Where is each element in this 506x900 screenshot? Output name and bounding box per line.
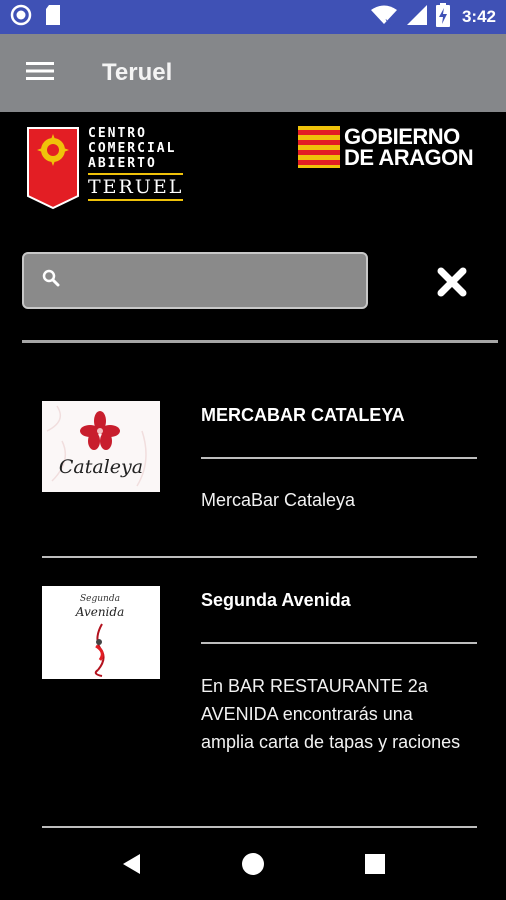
item-separator	[201, 642, 477, 644]
wifi-icon: x	[370, 4, 398, 31]
thumb-avenida-text: Avenida	[75, 605, 124, 619]
list-item[interactable]: Cataleya MERCABAR CATALEYA MercaBar Cata…	[0, 380, 506, 560]
gobierno-line-1: GOBIERNO	[344, 124, 460, 149]
battery-charging-icon	[435, 2, 450, 32]
cca-logo-text: CENTRO COMERCIAL ABIERTO TERUEL	[88, 126, 184, 201]
hamburger-menu-icon	[26, 60, 54, 87]
back-triangle-icon	[120, 852, 142, 881]
home-button[interactable]	[228, 841, 278, 891]
search-box[interactable]	[22, 252, 368, 309]
cca-line-2: COMERCIAL	[88, 141, 177, 156]
item-title: Segunda Avenida	[201, 590, 351, 610]
gobierno-aragon-logo-text: GOBIERNO DE ARAGON	[344, 124, 474, 170]
thumb-segunda-text: Segunda	[80, 594, 120, 604]
list-divider	[42, 556, 477, 558]
gobierno-line-2: DE ARAGON	[344, 145, 474, 170]
search-icon	[42, 269, 60, 292]
logo-banner: CENTRO COMERCIAL ABIERTO TERUEL GOBIERNO…	[0, 112, 506, 217]
menu-button[interactable]	[0, 34, 80, 112]
close-icon	[437, 267, 467, 302]
list-item[interactable]: Segunda Avenida Segunda Avenida En BAR R…	[0, 560, 506, 832]
app-bar: Teruel	[0, 34, 506, 112]
signal-icon	[406, 4, 428, 31]
clear-search-button[interactable]	[430, 262, 474, 306]
home-circle-icon	[240, 851, 266, 882]
list-divider	[42, 826, 477, 828]
item-thumbnail: Segunda Avenida	[42, 586, 160, 679]
item-title: MERCABAR CATALEYA	[201, 405, 405, 425]
system-nav-bar	[0, 832, 506, 900]
cca-line-1: CENTRO	[88, 126, 147, 141]
circle-notification-icon	[10, 4, 32, 31]
recents-square-icon	[364, 853, 386, 880]
cca-teruel-shield-logo	[26, 126, 80, 215]
item-description: MercaBar Cataleya	[201, 490, 356, 510]
search-input[interactable]	[72, 270, 352, 291]
cca-line-4: TERUEL	[88, 173, 184, 201]
back-button[interactable]	[106, 841, 156, 891]
svg-text:x: x	[385, 17, 391, 26]
thumb-cataleya-text: Cataleya	[59, 456, 143, 478]
app-title: Teruel	[102, 59, 173, 86]
cca-line-3: ABIERTO	[88, 156, 157, 171]
status-bar: x 3:42	[0, 0, 506, 34]
status-time: 3:42	[461, 7, 496, 26]
search-divider	[22, 340, 498, 343]
aragon-flag-icon	[298, 126, 340, 173]
recents-button[interactable]	[350, 841, 400, 891]
item-separator	[201, 457, 477, 459]
item-description: En BAR RESTAURANTE 2a AVENIDA encontrará…	[201, 676, 461, 752]
item-thumbnail: Cataleya	[42, 401, 160, 492]
sd-card-icon	[44, 4, 62, 31]
